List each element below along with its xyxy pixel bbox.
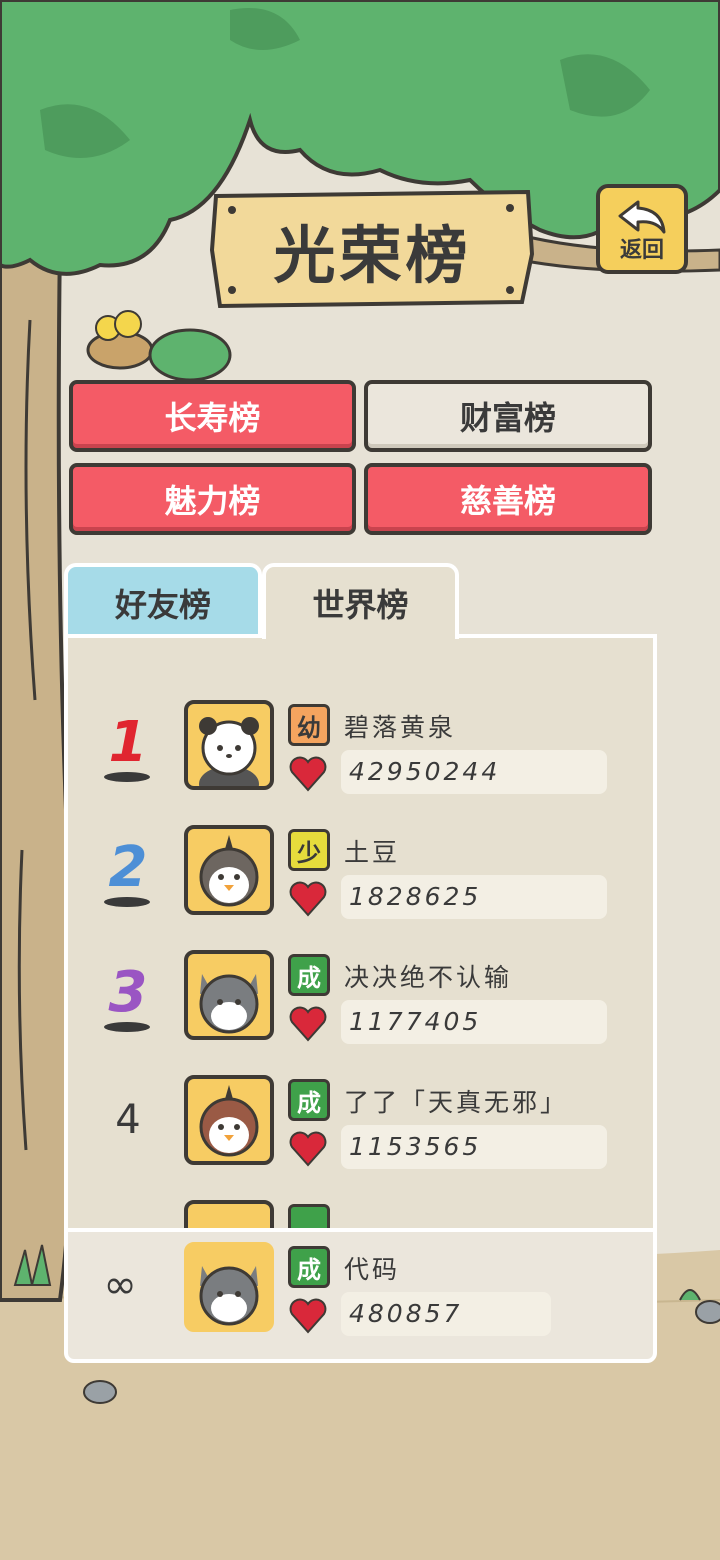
player-score: 1153565 [341,1125,607,1169]
level-badge: 成 [288,954,330,996]
heart-icon [289,1131,327,1167]
rank-number: ∞ [103,1262,137,1308]
rank-number: 4 [115,1097,141,1143]
leaderboard-list[interactable]: 1 幼 碧落黄泉 42950244 2 少 土豆 1828625 3 成 决决绝… [64,634,657,1232]
title-sign: 光荣榜 [210,190,535,310]
rank-number: 3 [108,960,148,1025]
player-score: 1828625 [341,875,607,919]
back-label: 返回 [619,238,664,263]
player-score: 42950244 [341,750,607,794]
level-badge: 成 [288,1079,330,1121]
back-arrow-icon [618,200,666,234]
heart-icon [289,1006,327,1042]
rank-number: 2 [108,835,148,900]
player-score: 1177405 [341,1000,607,1044]
category-charity-button[interactable]: 慈善榜 [364,463,652,535]
player-score: 480857 [341,1292,551,1336]
penguin-avatar-icon [184,825,274,915]
back-button[interactable]: 返回 [596,184,688,274]
player-name: 土豆 [344,838,401,867]
heart-icon [289,881,327,917]
heart-icon [289,1298,327,1334]
category-charm-button[interactable]: 魅力榜 [69,463,356,535]
my-ranking-row: ∞ 成 代码 480857 [64,1228,657,1363]
heart-icon [289,756,327,792]
panda-avatar-icon [184,700,274,790]
tab-world[interactable]: 世界榜 [262,563,459,639]
player-name: 决决绝不认输 [344,963,513,992]
my-entry: ∞ 成 代码 480857 [68,1242,653,1352]
category-wealth-button[interactable]: 财富榜 [364,380,652,452]
level-badge: 少 [288,829,330,871]
page-title: 光荣榜 [273,219,472,292]
level-badge: 幼 [288,704,330,746]
leaderboard-row: 3 成 决决绝不认输 1177405 [68,950,653,1060]
leaderboard-row: 2 少 土豆 1828625 [68,825,653,935]
rank-number: 1 [108,710,148,775]
player-name: 了了「天真无邪」 [344,1088,569,1117]
cat-avatar-icon [184,1242,274,1332]
leaderboard-row: 1 幼 碧落黄泉 42950244 [68,700,653,810]
player-name: 碧落黄泉 [344,713,457,742]
category-longevity-button[interactable]: 长寿榜 [69,380,356,452]
leaderboard-row: 4 成 了了「天真无邪」 1153565 [68,1075,653,1185]
player-name: 代码 [344,1255,401,1284]
cat-avatar-icon [184,950,274,1040]
level-badge: 成 [288,1246,330,1288]
bird-avatar-icon [184,1075,274,1165]
game-scene: 光荣榜 返回 长寿榜 财富榜 魅力榜 慈善榜 好友榜 世界榜 1 幼 碧落黄泉 … [0,0,720,1560]
tab-friends[interactable]: 好友榜 [64,563,262,639]
